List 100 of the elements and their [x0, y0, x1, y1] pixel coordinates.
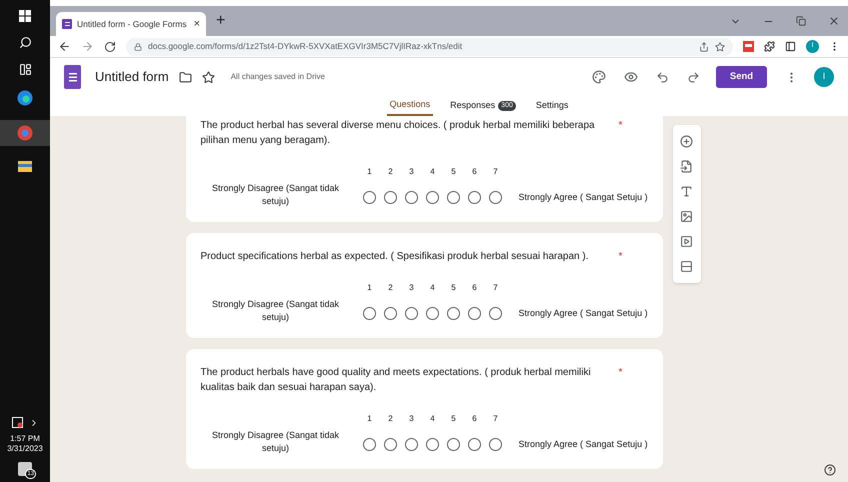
forward-icon[interactable] — [81, 40, 94, 53]
palette-icon[interactable] — [592, 70, 606, 84]
radio-button[interactable] — [363, 191, 376, 204]
radio-button[interactable] — [405, 438, 418, 451]
scale-number: 5 — [451, 282, 456, 294]
section-icon[interactable] — [680, 260, 693, 273]
scale-number: 3 — [409, 166, 414, 178]
radio-button[interactable] — [405, 307, 418, 320]
scale-number: 6 — [472, 166, 477, 178]
scale-low-label: Strongly Disagree (Sangat tidak setuju) — [210, 298, 340, 324]
tab-label: Questions — [390, 98, 430, 112]
required-asterisk: * — [618, 250, 622, 264]
question-text: The product herbal has several diverse menu choices. ( produk herbal memiliki beberapa pilihan menu yang beragam). — [200, 119, 596, 148]
side-panel-icon[interactable] — [785, 41, 796, 52]
clock-time: 1:57 PM — [10, 434, 40, 444]
send-button[interactable]: Send — [716, 66, 767, 88]
add-question-icon[interactable] — [680, 135, 693, 148]
star-icon[interactable] — [202, 70, 215, 84]
radio-button[interactable] — [447, 307, 460, 320]
back-icon[interactable] — [58, 40, 71, 53]
scale-high-label: Strongly Agree ( Sangat Setuju ) — [518, 191, 648, 204]
url-text: docs.google.com/forms/d/1z2Tst4-DYkwR-5XVXatEXGVIr3M5C7VjlIRaz-xkTns/edit — [148, 40, 464, 53]
scale-low-label: Strongly Disagree (Sangat tidak setuju) — [210, 182, 340, 208]
close-icon[interactable] — [828, 15, 840, 27]
question-text: Product specifications herbal as expected. ( Spesifikasi produk herbal sesuai harapan ). — [200, 250, 590, 264]
scale-number: 1 — [367, 413, 372, 425]
help-icon[interactable] — [824, 464, 836, 476]
radio-button[interactable] — [468, 438, 481, 451]
radio-button[interactable] — [384, 307, 397, 320]
address-bar[interactable]: docs.google.com/forms/d/1z2Tst4-DYkwR-5XVXatEXGVIr3M5C7VjlIRaz-xkTns/edit — [126, 38, 733, 56]
radio-button[interactable] — [405, 191, 418, 204]
windows-icon[interactable] — [19, 10, 31, 22]
scale-number: 7 — [493, 166, 498, 178]
tab-label: Responses — [450, 99, 496, 112]
scale-number: 7 — [493, 282, 498, 294]
radio-button[interactable] — [384, 438, 397, 451]
image-icon[interactable] — [680, 210, 693, 223]
reload-icon[interactable] — [104, 40, 116, 52]
bookmark-icon[interactable] — [715, 42, 725, 52]
scale-number: 2 — [388, 282, 393, 294]
browser-icon[interactable] — [17, 90, 33, 106]
import-icon[interactable] — [680, 160, 693, 173]
tab-label: Settings — [536, 99, 568, 112]
task-view-icon[interactable] — [18, 63, 32, 76]
tab-title: Untitled form - Google Forms — [77, 18, 188, 30]
scale-number: 3 — [409, 413, 414, 425]
account-avatar[interactable]: I — [814, 67, 834, 87]
radio-button[interactable] — [468, 307, 481, 320]
active-app-icon[interactable] — [0, 120, 50, 146]
scale-number: 4 — [430, 282, 435, 294]
radio-button[interactable] — [489, 191, 502, 204]
scale-number: 6 — [472, 282, 477, 294]
redo-icon[interactable] — [687, 70, 700, 84]
radio-button[interactable] — [468, 191, 481, 204]
radio-button[interactable] — [426, 307, 439, 320]
scale-number: 4 — [430, 166, 435, 178]
radio-button[interactable] — [363, 438, 376, 451]
save-status: All changes saved in Drive — [230, 71, 325, 83]
undo-icon[interactable] — [656, 70, 669, 84]
preview-icon[interactable] — [624, 70, 638, 84]
restore-icon[interactable] — [796, 16, 806, 26]
video-icon[interactable] — [680, 235, 693, 248]
folder-icon[interactable] — [178, 70, 192, 84]
scale-number: 2 — [388, 166, 393, 178]
clock-date: 3/31/2023 — [7, 444, 43, 454]
radio-button[interactable] — [489, 307, 502, 320]
search-icon[interactable] — [18, 36, 32, 49]
lock-icon — [134, 42, 142, 50]
scale-high-label: Strongly Agree ( Sangat Setuju ) — [518, 438, 648, 452]
tray-icon[interactable] — [12, 417, 22, 428]
radio-button[interactable] — [426, 191, 439, 204]
forms-logo-icon[interactable] — [64, 65, 81, 89]
new-tab-button[interactable]: + — [216, 9, 226, 33]
extensions-icon[interactable] — [764, 41, 775, 52]
share-icon[interactable] — [699, 42, 709, 52]
scale-number: 1 — [367, 166, 372, 178]
radio-button[interactable] — [384, 191, 397, 204]
scale-number: 5 — [451, 413, 456, 425]
radio-button[interactable] — [447, 438, 460, 451]
scale-low-label: Strongly Disagree (Sangat tidak setuju) — [210, 429, 340, 455]
scale-number: 6 — [472, 413, 477, 425]
tab-close-button[interactable]: × — [194, 16, 200, 32]
radio-button[interactable] — [489, 438, 502, 451]
radio-button[interactable] — [363, 307, 376, 320]
radio-button[interactable] — [447, 191, 460, 204]
browser-tab[interactable]: Untitled form - Google Forms × — [56, 12, 206, 36]
radio-button[interactable] — [426, 438, 439, 451]
extension-icon[interactable] — [743, 41, 754, 52]
form-tab[interactable]: Settings — [532, 96, 572, 116]
scale-number: 2 — [388, 413, 393, 425]
question-text: The product herbals have good quality and meets expectations. ( produk herbal memiliki kualitas baik dan sesuai harapan saya). — [200, 366, 592, 395]
scale-number: 1 — [367, 282, 372, 294]
form-title[interactable]: Untitled form — [95, 67, 169, 87]
scale-number: 4 — [430, 413, 435, 425]
scale-high-label: Strongly Agree ( Sangat Setuju ) — [518, 307, 648, 320]
folder-icon[interactable] — [18, 160, 32, 172]
scale-number: 7 — [493, 413, 498, 425]
required-asterisk: * — [618, 366, 622, 380]
scale-number: 5 — [451, 166, 456, 178]
title-text-icon[interactable] — [680, 185, 693, 198]
